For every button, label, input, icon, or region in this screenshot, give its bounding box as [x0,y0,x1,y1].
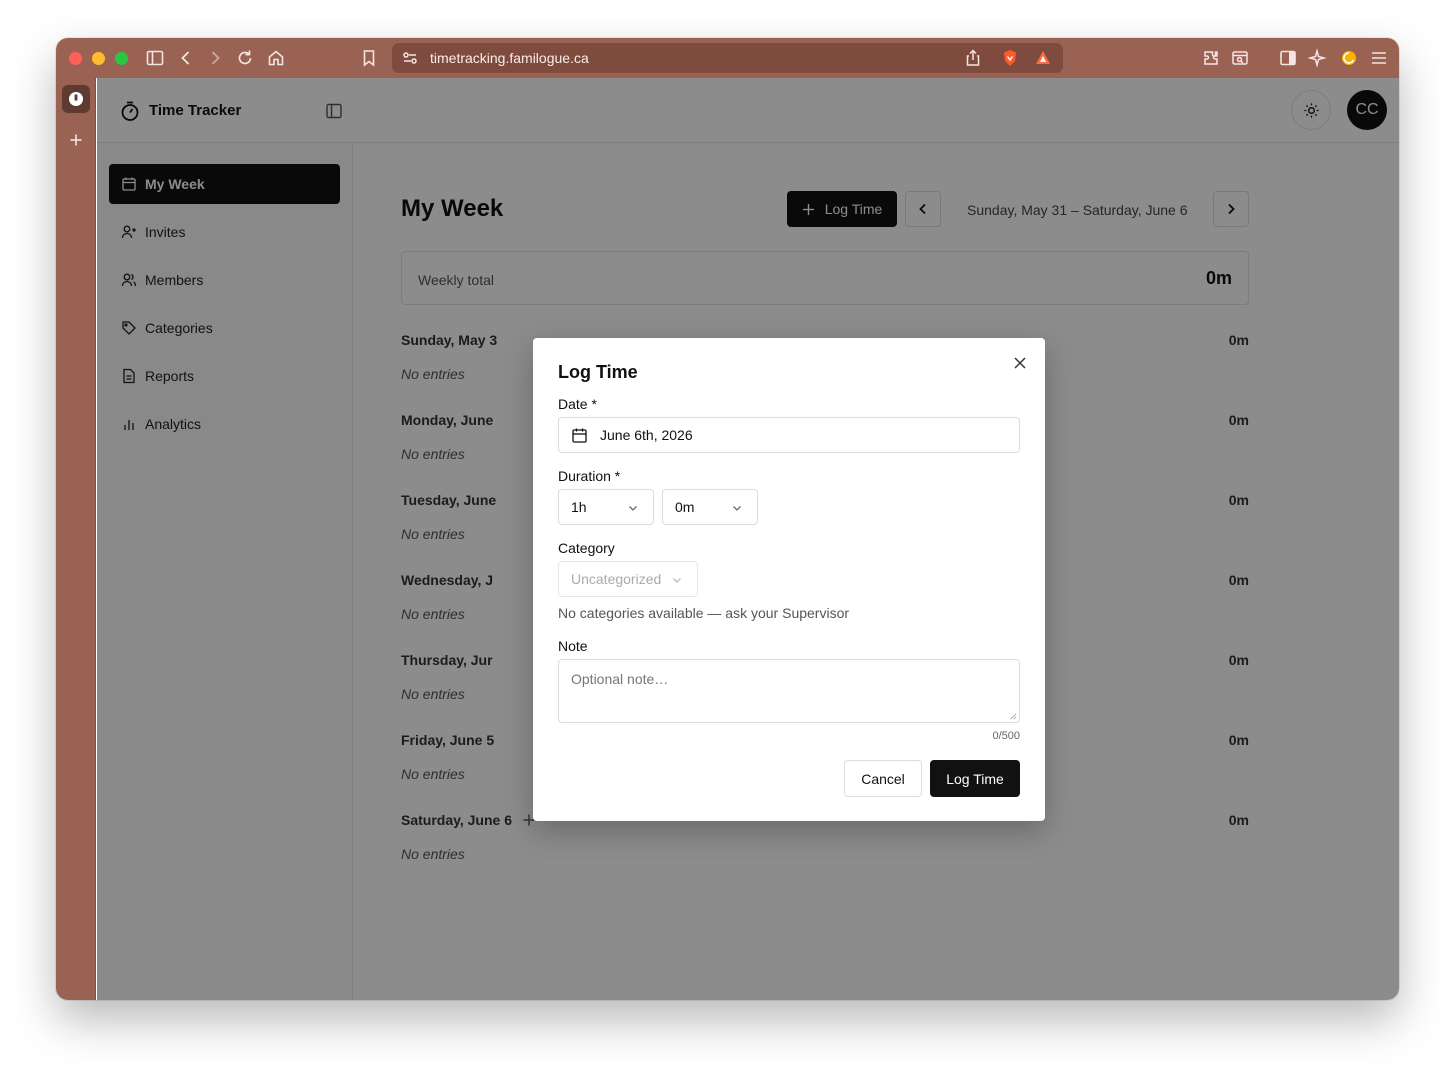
category-hint: No categories available — ask your Super… [558,605,850,621]
date-label: Date * [558,396,597,412]
close-window-button[interactable] [69,52,82,65]
submit-log-time-button[interactable]: Log Time [930,760,1020,797]
minutes-select[interactable]: 0m [662,489,758,525]
share-icon[interactable] [963,48,981,66]
calendar-icon [572,428,587,443]
url-text: timetracking.familogue.ca [430,50,589,66]
category-select[interactable]: Uncategorized [558,561,698,597]
dialog-title: Log Time [558,362,638,382]
sidebar-toggle-icon[interactable] [145,48,165,68]
date-value: June 6th, 2026 [600,427,693,443]
resize-handle-icon[interactable] [1009,712,1017,720]
browser-toolbar: timetracking.familogue.ca [56,38,1399,78]
cancel-button[interactable]: Cancel [844,760,922,797]
vertical-tabs [56,78,96,1000]
date-picker[interactable]: June 6th, 2026 [558,417,1020,453]
rewards-icon[interactable] [1033,48,1051,66]
brave-shield-icon[interactable] [1000,48,1018,66]
close-icon[interactable] [1013,356,1027,370]
browser-window: timetracking.familogue.ca Time Tracker C… [56,38,1399,1000]
minutes-value: 0m [675,499,695,515]
duration-label: Duration * [558,468,621,484]
wallet-icon[interactable] [1339,48,1359,68]
note-textarea[interactable]: Optional note… [558,659,1020,723]
reload-icon[interactable] [235,48,255,68]
maximize-window-button[interactable] [115,52,128,65]
chevron-down-icon [733,506,741,511]
category-value: Uncategorized [571,571,662,587]
active-tab[interactable] [62,85,90,113]
chevron-down-icon [673,578,681,583]
forward-icon[interactable] [205,48,225,68]
reader-mode-icon[interactable] [1230,48,1250,68]
hours-select[interactable]: 1h [558,489,654,525]
site-settings-icon[interactable] [400,48,418,66]
bookmark-icon[interactable] [359,48,379,68]
menu-icon[interactable] [1369,48,1389,68]
new-tab-icon[interactable] [66,130,86,150]
sidebar-panel-icon[interactable] [1278,48,1298,68]
chevron-down-icon [629,506,637,511]
log-time-dialog: Log Time Date * June 6th, 2026 Duration … [533,338,1045,821]
home-icon[interactable] [266,48,286,68]
note-placeholder: Optional note… [571,671,669,687]
note-character-counter: 0/500 [992,730,1020,742]
extensions-icon[interactable] [1201,48,1221,68]
minimize-window-button[interactable] [92,52,105,65]
note-label: Note [558,638,588,654]
app-page: Time Tracker CC My Week Invites Members [97,78,1399,1000]
back-icon[interactable] [176,48,196,68]
ai-assistant-icon[interactable] [1308,48,1328,68]
category-label: Category [558,540,615,556]
hours-value: 1h [571,499,587,515]
address-bar[interactable]: timetracking.familogue.ca [392,43,1063,73]
